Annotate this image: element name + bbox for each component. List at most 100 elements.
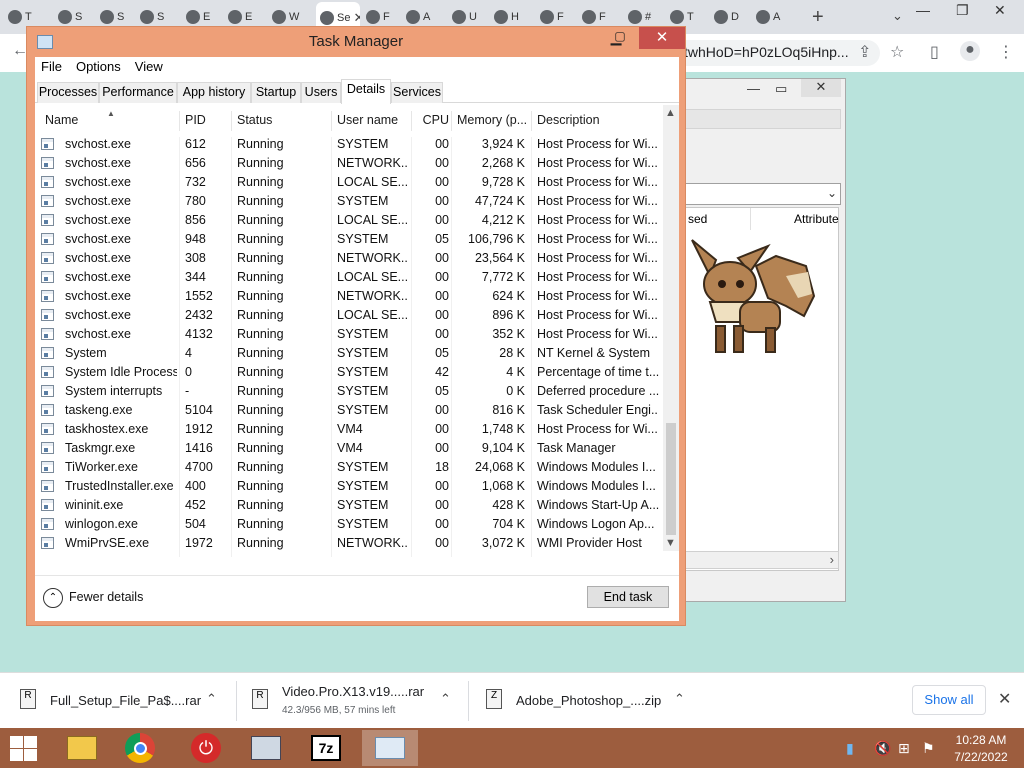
address-bar[interactable]: twhHoD=hP0zLOq5iHnp... bbox=[680, 40, 880, 66]
scroll-down-icon[interactable]: ▼ bbox=[665, 537, 676, 549]
end-task-button[interactable]: End task bbox=[587, 586, 669, 608]
bg-horizontal-scrollbar[interactable]: › bbox=[685, 551, 839, 569]
clock-date[interactable]: 7/22/2022 bbox=[946, 750, 1016, 764]
table-row[interactable]: svchost.exe 308 Running NETWORK... 00 23,564 … bbox=[35, 249, 663, 268]
column-header-status[interactable]: Status bbox=[237, 109, 327, 133]
file-explorer-taskbar-icon[interactable] bbox=[54, 730, 110, 766]
table-row[interactable]: System interrupts - Running SYSTEM 05 0 K Defe… bbox=[35, 382, 663, 401]
column-header-pid[interactable]: PID bbox=[185, 109, 231, 133]
clock-time[interactable]: 10:28 AM bbox=[946, 733, 1016, 747]
tab-services[interactable]: Services bbox=[391, 82, 443, 103]
7zip-taskbar-icon[interactable]: 7z bbox=[298, 730, 354, 766]
close-button[interactable]: ✕ bbox=[639, 27, 685, 49]
browser-tab[interactable]: S bbox=[100, 6, 130, 28]
table-row[interactable]: svchost.exe 656 Running NETWORK... 00 2,268 K… bbox=[35, 154, 663, 173]
table-row[interactable]: taskhostex.exe 1912 Running VM4 00 1,748 K Hos… bbox=[35, 420, 663, 439]
table-row[interactable]: svchost.exe 732 Running LOCAL SE... 00 9,728 … bbox=[35, 173, 663, 192]
task-manager-taskbar-icon[interactable] bbox=[362, 730, 418, 766]
download-item[interactable]: R Video.Pro.X13.v19.....rar 42.3/956 MB,… bbox=[252, 673, 462, 729]
table-row[interactable]: TiWorker.exe 4700 Running SYSTEM 18 24,068 K W… bbox=[35, 458, 663, 477]
chevron-down-icon[interactable]: ⌄ bbox=[827, 186, 837, 200]
table-row[interactable]: svchost.exe 2432 Running LOCAL SE... 00 896 K… bbox=[35, 306, 663, 325]
table-row[interactable]: TrustedInstaller.exe 400 Running SYSTEM 00 1,… bbox=[35, 477, 663, 496]
browser-restore-button[interactable]: ❐ bbox=[956, 2, 969, 19]
browser-tab[interactable]: A bbox=[406, 6, 436, 28]
browser-tab[interactable]: D bbox=[714, 6, 744, 28]
menu-view[interactable]: View bbox=[135, 57, 163, 77]
close-tab-icon[interactable]: ✕ bbox=[353, 10, 360, 26]
table-row[interactable]: svchost.exe 344 Running LOCAL SE... 00 7,772 … bbox=[35, 268, 663, 287]
bg-window-combobox[interactable]: ⌄ bbox=[685, 183, 841, 205]
chevron-right-icon[interactable]: › bbox=[830, 552, 834, 567]
tab-startup[interactable]: Startup bbox=[251, 82, 301, 103]
column-header-memory[interactable]: Memory (p... bbox=[457, 109, 531, 133]
tab-search-dropdown[interactable]: ⌄ bbox=[892, 8, 903, 24]
chrome-taskbar-icon[interactable] bbox=[112, 730, 168, 766]
browser-close-button[interactable]: ✕ bbox=[994, 2, 1006, 19]
column-divider[interactable] bbox=[531, 111, 532, 131]
tm-titlebar[interactable]: Task Manager ▁ ▢ ✕ bbox=[27, 27, 685, 57]
column-divider[interactable] bbox=[231, 111, 232, 131]
browser-tab[interactable]: # bbox=[628, 6, 658, 28]
start-button[interactable] bbox=[8, 734, 38, 762]
table-row[interactable]: winlogon.exe 504 Running SYSTEM 00 704 K Windo… bbox=[35, 515, 663, 534]
table-row[interactable]: System 4 Running SYSTEM 05 28 K NT Kernel & Sy… bbox=[35, 344, 663, 363]
browser-tab[interactable]: T bbox=[8, 6, 38, 28]
table-row[interactable]: svchost.exe 4132 Running SYSTEM 00 352 K Host … bbox=[35, 325, 663, 344]
bg-minimize-button[interactable]: — bbox=[747, 81, 760, 96]
chevron-up-icon[interactable]: ⌃ bbox=[440, 691, 451, 707]
bg-column-used[interactable]: sed bbox=[688, 212, 707, 226]
flag-icon[interactable]: ⚑ bbox=[922, 740, 935, 757]
action-center-icon[interactable]: ▮ bbox=[846, 740, 854, 757]
tab-users[interactable]: Users bbox=[301, 82, 341, 103]
column-header-description[interactable]: Description bbox=[537, 109, 661, 133]
table-row[interactable]: Taskmgr.exe 1416 Running VM4 00 9,104 K Task M… bbox=[35, 439, 663, 458]
profile-avatar-icon[interactable]: ● bbox=[960, 41, 980, 61]
close-icon[interactable]: ✕ bbox=[998, 689, 1011, 709]
side-panel-icon[interactable]: ▯ bbox=[930, 42, 939, 62]
column-divider[interactable] bbox=[451, 111, 452, 131]
chevron-up-icon[interactable]: ⌃ bbox=[43, 588, 63, 608]
network-icon[interactable]: ⊞ bbox=[898, 740, 910, 757]
browser-tab[interactable]: S bbox=[140, 6, 170, 28]
download-item[interactable]: R Full_Setup_File_Pa$....rar ⌃ bbox=[20, 673, 230, 729]
column-divider[interactable] bbox=[179, 111, 180, 131]
menu-file[interactable]: File bbox=[41, 57, 62, 77]
share-icon[interactable]: ⇪ bbox=[858, 42, 871, 62]
browser-tab[interactable]: E bbox=[186, 6, 216, 28]
scroll-up-icon[interactable]: ▲ bbox=[665, 107, 676, 119]
chevron-up-icon[interactable]: ⌃ bbox=[206, 691, 217, 707]
table-row[interactable]: svchost.exe 612 Running SYSTEM 00 3,924 K Host… bbox=[35, 135, 663, 154]
download-item[interactable]: Z Adobe_Photoshop_....zip ⌃ bbox=[486, 673, 696, 729]
column-header-cpu[interactable]: CPU bbox=[415, 109, 449, 133]
bg-maximize-button[interactable]: ▭ bbox=[775, 81, 787, 97]
computer-taskbar-icon[interactable] bbox=[238, 730, 294, 766]
browser-tab[interactable]: T bbox=[670, 6, 700, 28]
power-app-taskbar-icon[interactable]: ⏻ bbox=[178, 730, 234, 766]
browser-tab[interactable]: F bbox=[540, 6, 570, 28]
tab-processes[interactable]: Processes bbox=[37, 82, 99, 103]
volume-muted-icon[interactable]: 🔇 bbox=[874, 740, 891, 757]
table-row[interactable]: taskeng.exe 5104 Running SYSTEM 00 816 K Task … bbox=[35, 401, 663, 420]
tab-performance[interactable]: Performance bbox=[99, 82, 177, 103]
menu-options[interactable]: Options bbox=[76, 57, 121, 77]
browser-minimize-button[interactable]: — bbox=[916, 2, 930, 18]
browser-tab[interactable]: F bbox=[582, 6, 612, 28]
chevron-up-icon[interactable]: ⌃ bbox=[674, 691, 685, 707]
table-row[interactable]: WmiPrvSE.exe 1972 Running NETWORK... 00 3,072… bbox=[35, 534, 663, 553]
tab-app-history[interactable]: App history bbox=[177, 82, 251, 103]
table-row[interactable]: svchost.exe 856 Running LOCAL SE... 00 4,212 … bbox=[35, 211, 663, 230]
browser-tab[interactable]: F bbox=[366, 6, 396, 28]
show-all-button[interactable]: Show all bbox=[912, 685, 986, 715]
tab-details[interactable]: Details bbox=[341, 79, 391, 104]
table-row[interactable]: System Idle Process 0 Running SYSTEM 42 4 K Pe… bbox=[35, 363, 663, 382]
browser-tab[interactable]: E bbox=[228, 6, 258, 28]
table-row[interactable]: svchost.exe 948 Running SYSTEM 05 106,796 K Ho… bbox=[35, 230, 663, 249]
column-header-user-name[interactable]: User name bbox=[337, 109, 411, 133]
browser-tab[interactable]: S bbox=[58, 6, 88, 28]
browser-tab[interactable]: W bbox=[272, 6, 302, 28]
bg-close-button[interactable]: ✕ bbox=[801, 79, 841, 97]
vertical-scrollbar[interactable]: ▲ ▼ bbox=[663, 105, 679, 551]
menu-kebab-icon[interactable]: ⋮ bbox=[998, 42, 1014, 62]
column-header-name[interactable]: Name bbox=[45, 109, 175, 133]
